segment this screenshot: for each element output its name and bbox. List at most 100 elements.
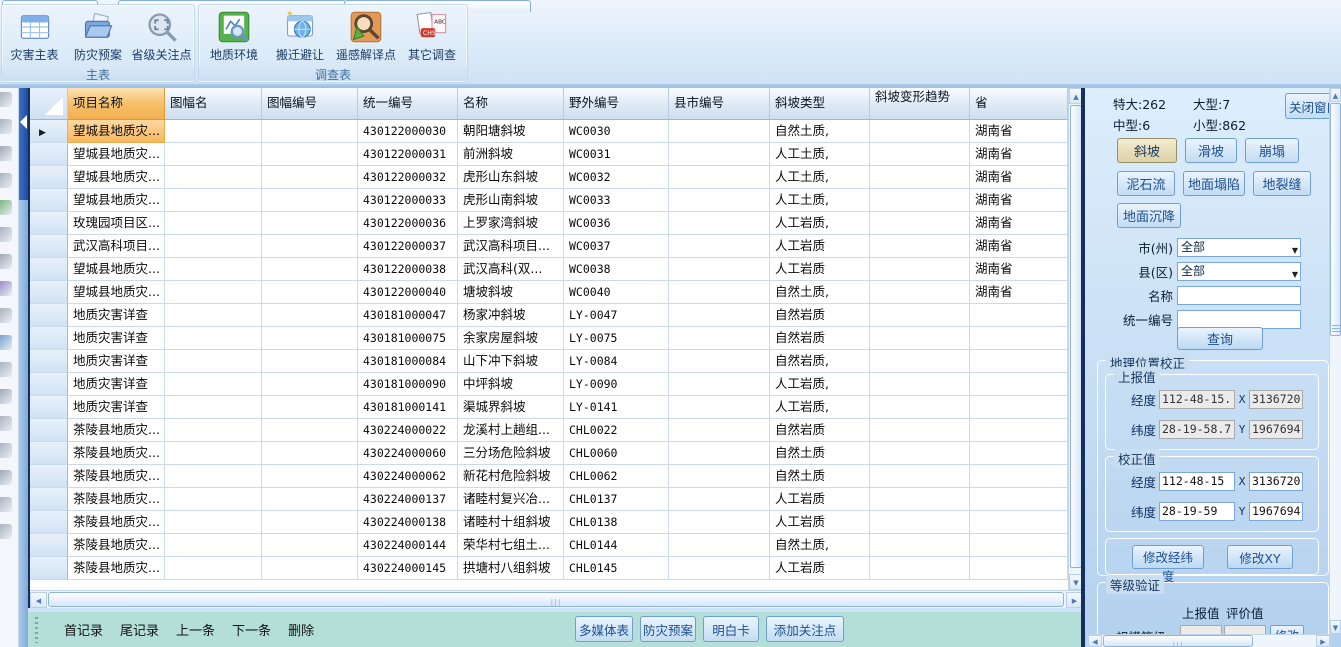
- cell-uid[interactable]: 430122000031: [358, 143, 458, 166]
- cell-name[interactable]: 诸睦村复兴冶...: [458, 488, 564, 511]
- column-header[interactable]: 项目名称: [68, 88, 165, 120]
- cell-trend[interactable]: [870, 488, 970, 511]
- table-row[interactable]: 望城县地质灾...430122000033虎形山南斜坡WC0033人工土质,湖南…: [30, 189, 1068, 212]
- cell-county_no[interactable]: [669, 120, 770, 143]
- tool-icon[interactable]: [0, 389, 12, 404]
- table-row[interactable]: 望城县地质灾...430122000040塘坡斜坡WC0040自然土质,湖南省: [30, 281, 1068, 304]
- tool-icon[interactable]: [0, 524, 12, 539]
- cell-project[interactable]: 茶陵县地质灾...: [68, 442, 165, 465]
- cell-field_no[interactable]: CHL0022: [564, 419, 669, 442]
- cell-map_no[interactable]: [262, 281, 358, 304]
- cell-province[interactable]: 湖南省: [970, 281, 1068, 304]
- cell-map_name[interactable]: [165, 557, 262, 580]
- cell-trend[interactable]: [870, 373, 970, 396]
- cell-map_name[interactable]: [165, 235, 262, 258]
- record-nav-link[interactable]: 删除: [288, 620, 314, 639]
- cell-county_no[interactable]: [669, 534, 770, 557]
- row-selector[interactable]: [30, 281, 68, 304]
- cell-uid[interactable]: 430224000022: [358, 419, 458, 442]
- cell-map_name[interactable]: [165, 465, 262, 488]
- ribbon-button-relocation[interactable]: 搬迁避让: [269, 7, 331, 65]
- row-selector[interactable]: [30, 304, 68, 327]
- cell-trend[interactable]: [870, 442, 970, 465]
- cell-field_no[interactable]: CHL0137: [564, 488, 669, 511]
- cell-map_no[interactable]: [262, 120, 358, 143]
- cell-name[interactable]: 前洲斜坡: [458, 143, 564, 166]
- panel-hscrollbar-thumb[interactable]: |||: [1103, 635, 1253, 647]
- cell-trend[interactable]: [870, 511, 970, 534]
- cell-province[interactable]: [970, 557, 1068, 580]
- tool-icon[interactable]: [0, 443, 12, 458]
- tool-icon[interactable]: [0, 470, 12, 485]
- cell-province[interactable]: 湖南省: [970, 120, 1068, 143]
- corrected-y-field[interactable]: [1249, 502, 1303, 521]
- cell-trend[interactable]: [870, 189, 970, 212]
- cell-province[interactable]: [970, 465, 1068, 488]
- cell-field_no[interactable]: WC0030: [564, 120, 669, 143]
- cell-county_no[interactable]: [669, 350, 770, 373]
- cell-project[interactable]: 茶陵县地质灾...: [68, 419, 165, 442]
- cell-county_no[interactable]: [669, 557, 770, 580]
- cell-project[interactable]: 望城县地质灾...: [68, 166, 165, 189]
- tool-icon[interactable]: [0, 146, 12, 161]
- column-header[interactable]: 野外编号: [564, 88, 669, 120]
- cell-project[interactable]: 武汉高科项目...: [68, 235, 165, 258]
- cell-slope_type[interactable]: 人工岩质,: [770, 373, 870, 396]
- column-header[interactable]: 斜坡变形趋势: [870, 88, 970, 120]
- cell-map_name[interactable]: [165, 488, 262, 511]
- scroll-left-icon[interactable]: ◀: [30, 592, 47, 608]
- cell-map_name[interactable]: [165, 166, 262, 189]
- panel-vertical-scrollbar[interactable]: ▲ ▼: [1329, 88, 1341, 634]
- cell-map_no[interactable]: [262, 419, 358, 442]
- cell-trend[interactable]: [870, 396, 970, 419]
- table-row[interactable]: 地质灾害详查430181000075余家房屋斜坡LY-0075自然岩质: [30, 327, 1068, 350]
- cell-slope_type[interactable]: 自然土质,: [770, 120, 870, 143]
- cell-slope_type[interactable]: 人工岩质: [770, 557, 870, 580]
- cell-slope_type[interactable]: 人工岩质,: [770, 212, 870, 235]
- cell-map_no[interactable]: [262, 373, 358, 396]
- cell-field_no[interactable]: LY-0090: [564, 373, 669, 396]
- cell-project[interactable]: 望城县地质灾...: [68, 189, 165, 212]
- cell-uid[interactable]: 430224000144: [358, 534, 458, 557]
- bottom-action-button[interactable]: 多媒体表: [575, 616, 633, 642]
- cell-field_no[interactable]: LY-0141: [564, 396, 669, 419]
- category-button-ground-subsidence[interactable]: 地面塌陷: [1183, 171, 1245, 196]
- row-selector[interactable]: [30, 442, 68, 465]
- cell-map_no[interactable]: [262, 212, 358, 235]
- cell-name[interactable]: 山下冲下斜坡: [458, 350, 564, 373]
- cell-uid[interactable]: 430224000145: [358, 557, 458, 580]
- close-window-button[interactable]: 关闭窗口: [1285, 93, 1333, 119]
- cell-province[interactable]: 湖南省: [970, 143, 1068, 166]
- cell-map_name[interactable]: [165, 189, 262, 212]
- cell-name[interactable]: 武汉高科项目...: [458, 235, 564, 258]
- cell-project[interactable]: 望城县地质灾...: [68, 143, 165, 166]
- cell-project[interactable]: 玫瑰园项目区...: [68, 212, 165, 235]
- cell-county_no[interactable]: [669, 166, 770, 189]
- row-selector[interactable]: [30, 419, 68, 442]
- tool-icon[interactable]: [0, 281, 12, 296]
- row-selector[interactable]: [30, 534, 68, 557]
- cell-map_no[interactable]: [262, 465, 358, 488]
- cell-county_no[interactable]: [669, 419, 770, 442]
- column-header[interactable]: 图幅名: [165, 88, 262, 120]
- ribbon-button-remote-sensing[interactable]: 遥感解译点: [335, 7, 397, 65]
- cell-map_no[interactable]: [262, 143, 358, 166]
- cell-trend[interactable]: [870, 350, 970, 373]
- uid-input[interactable]: [1177, 310, 1301, 329]
- cell-county_no[interactable]: [669, 212, 770, 235]
- cell-map_name[interactable]: [165, 120, 262, 143]
- panel-scrollbar-thumb[interactable]: [1330, 103, 1341, 336]
- toolbar-grip[interactable]: [35, 617, 38, 643]
- cell-slope_type[interactable]: 自然岩质: [770, 327, 870, 350]
- bottom-action-button[interactable]: 防灾预案: [640, 616, 696, 642]
- county-select[interactable]: 全部▼: [1177, 262, 1301, 281]
- cell-county_no[interactable]: [669, 143, 770, 166]
- table-row[interactable]: 茶陵县地质灾...430224000060三分场危险斜坡CHL0060自然土质: [30, 442, 1068, 465]
- cell-field_no[interactable]: CHL0062: [564, 465, 669, 488]
- table-row[interactable]: 地质灾害详查430181000047杨家冲斜坡LY-0047自然岩质: [30, 304, 1068, 327]
- cell-name[interactable]: 杨家冲斜坡: [458, 304, 564, 327]
- column-header[interactable]: 省: [970, 88, 1068, 120]
- cell-province[interactable]: 湖南省: [970, 212, 1068, 235]
- cell-county_no[interactable]: [669, 304, 770, 327]
- cell-field_no[interactable]: LY-0047: [564, 304, 669, 327]
